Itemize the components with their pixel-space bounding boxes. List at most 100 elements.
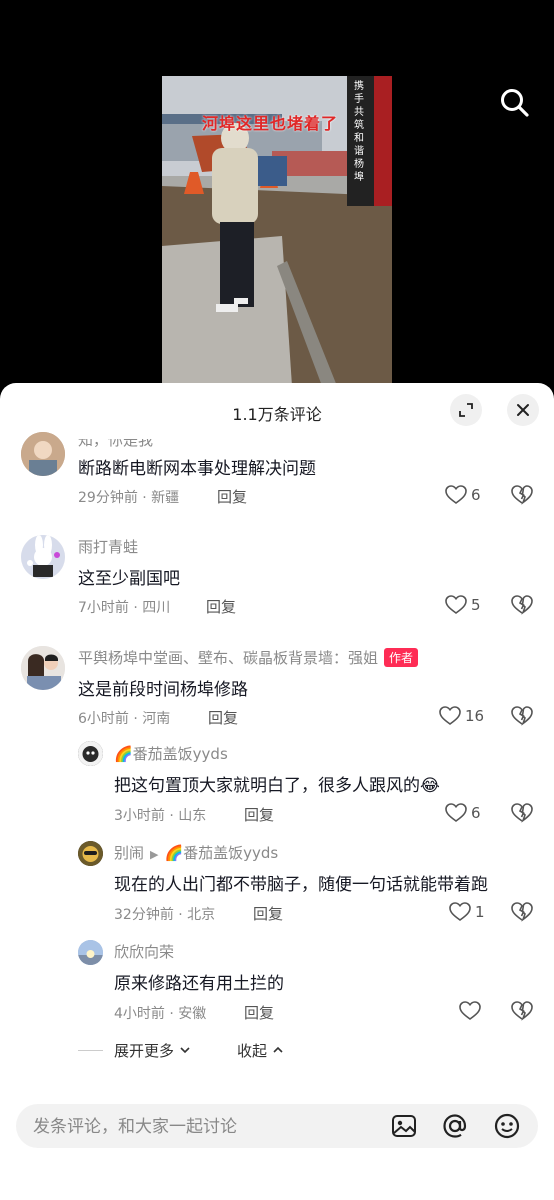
comment-composer — [0, 1091, 554, 1200]
search-icon — [501, 89, 529, 117]
reply-button[interactable]: 回复 — [206, 596, 236, 617]
dislike-icon — [511, 706, 533, 726]
like-count: 6 — [471, 486, 481, 504]
reply-button[interactable]: 回复 — [244, 804, 274, 825]
expand-more-label: 展开更多 — [114, 1042, 175, 1060]
reply-username[interactable]: 🌈番茄盖饭yyds — [114, 743, 228, 764]
comment-sheet: 1.1万条评论 知，你是我 断路断电断网本事处理解决问题 29分钟前 · 新疆 … — [0, 383, 554, 1200]
search-button[interactable] — [498, 86, 532, 120]
like-count: 1 — [475, 903, 485, 921]
reply-text: 原来修路还有用土拦的 — [114, 974, 284, 994]
thread-divider — [78, 1050, 103, 1051]
reply-button[interactable]: 回复 — [244, 1002, 274, 1023]
comment-input[interactable] — [31, 1104, 375, 1150]
reply-meta: 3小时前 · 山东 — [114, 808, 207, 824]
comment-username[interactable]: 平舆杨埠中堂画、壁布、碳晶板背景墙：强姐 作者 — [78, 647, 419, 668]
heart-icon — [445, 595, 467, 614]
close-button[interactable] — [507, 394, 539, 426]
reply-button[interactable]: 回复 — [208, 707, 238, 728]
comment-text: 断路断电断网本事处理解决问题 — [78, 459, 316, 479]
chevron-up-icon — [273, 1046, 283, 1053]
avatar[interactable] — [78, 841, 103, 866]
reply-to-arrow: ▶ — [150, 848, 159, 861]
like-button[interactable]: 16 — [439, 706, 484, 726]
dislike-button[interactable] — [511, 1001, 533, 1025]
reply-item: 别闹 ▶ 🌈番茄盖饭yyds 现在的人出门都不带脑子，随便一句话就能带着跑 32分钟… — [0, 839, 554, 929]
close-icon — [517, 404, 529, 416]
like-button[interactable] — [459, 1001, 485, 1021]
avatar-image — [78, 940, 103, 965]
chevron-down-icon — [180, 1047, 190, 1054]
reply-item: 🌈番茄盖饭yyds 把这句置顶大家就明白了，很多人跟风的😂 3小时前 · 山东 … — [0, 740, 554, 830]
emoji-button[interactable] — [493, 1112, 521, 1144]
heart-icon — [439, 706, 461, 725]
dislike-button[interactable] — [511, 485, 533, 509]
reply-button[interactable]: 回复 — [253, 903, 283, 924]
like-count: 6 — [471, 804, 481, 822]
reply-author: 别闹 — [114, 844, 145, 862]
reply-text: 把这句置顶大家就明白了，很多人跟风的😂 — [114, 776, 440, 796]
avatar-image — [21, 646, 65, 690]
avatar[interactable] — [21, 432, 65, 476]
reply-username[interactable]: 欣欣向荣 — [114, 941, 174, 962]
dislike-icon — [511, 1001, 533, 1021]
reply-username[interactable]: 别闹 ▶ 🌈番茄盖饭yyds — [114, 842, 278, 863]
heart-icon — [445, 485, 467, 504]
heart-icon — [459, 1001, 481, 1020]
reply-button[interactable]: 回复 — [217, 486, 247, 507]
comment-meta: 7小时前 · 四川 — [78, 600, 171, 616]
avatar-image — [78, 841, 103, 866]
image-icon — [392, 1115, 416, 1137]
dislike-icon — [511, 595, 533, 615]
dislike-icon — [511, 485, 533, 505]
mention-button[interactable] — [441, 1112, 469, 1144]
comment-input-box[interactable] — [16, 1104, 538, 1150]
like-button[interactable]: 1 — [449, 902, 485, 922]
comment-item: 雨打青蛙 这至少副国吧 7小时前 · 四川 回复 5 — [0, 533, 554, 623]
heart-icon — [445, 803, 467, 822]
mention-icon — [443, 1114, 467, 1138]
comment-meta: 29分钟前 · 新疆 — [78, 490, 180, 506]
emoji-icon — [494, 1113, 520, 1139]
author-name: 平舆杨埠中堂画、壁布、碳晶板背景墙：强姐 — [78, 649, 379, 667]
like-button[interactable]: 6 — [445, 485, 481, 505]
dislike-icon — [511, 803, 533, 823]
avatar[interactable] — [21, 535, 65, 579]
reply-to-user: 🌈番茄盖饭yyds — [164, 844, 279, 862]
collapse-label: 收起 — [237, 1042, 268, 1060]
expand-button[interactable] — [450, 394, 482, 426]
comment-meta: 6小时前 · 河南 — [78, 711, 171, 727]
video-thumbnail[interactable]: 河埠这里也堵着了 携手共筑和谐杨埠 — [162, 76, 392, 386]
dislike-icon — [511, 902, 533, 922]
comment-username[interactable]: 知，你是我 — [78, 439, 153, 450]
collapse-button[interactable]: 收起 — [237, 1040, 284, 1061]
expand-more-button[interactable]: 展开更多 — [114, 1040, 191, 1061]
image-button[interactable] — [391, 1113, 417, 1143]
comment-text: 这至少副国吧 — [78, 569, 180, 589]
reply-meta: 32分钟前 · 北京 — [114, 907, 216, 923]
dislike-button[interactable] — [511, 595, 533, 619]
reply-text: 现在的人出门都不带脑子，随便一句话就能带着跑 — [114, 875, 488, 895]
comment-text: 这是前段时间杨埠修路 — [78, 680, 248, 700]
like-button[interactable]: 6 — [445, 803, 481, 823]
video-sign-text: 携手共筑和谐杨埠 — [354, 81, 364, 183]
expand-icon — [459, 403, 473, 417]
avatar-image — [21, 535, 65, 579]
avatar[interactable] — [78, 940, 103, 965]
reply-item: 欣欣向荣 原来修路还有用土拦的 4小时前 · 安徽 回复 — [0, 938, 554, 1028]
like-button[interactable]: 5 — [445, 595, 481, 615]
like-count: 5 — [471, 596, 481, 614]
video-area[interactable]: 河埠这里也堵着了 携手共筑和谐杨埠 — [0, 0, 554, 400]
like-count: 16 — [465, 707, 485, 725]
dislike-button[interactable] — [511, 902, 533, 926]
dislike-button[interactable] — [511, 803, 533, 827]
avatar-image — [78, 741, 103, 766]
reply-meta: 4小时前 · 安徽 — [114, 1006, 207, 1022]
avatar[interactable] — [78, 741, 103, 766]
avatar[interactable] — [21, 646, 65, 690]
avatar-image — [21, 432, 65, 476]
comment-item: 知，你是我 断路断电断网本事处理解决问题 29分钟前 · 新疆 回复 6 — [0, 427, 554, 517]
dislike-button[interactable] — [511, 706, 533, 730]
comment-item: 平舆杨埠中堂画、壁布、碳晶板背景墙：强姐 作者 这是前段时间杨埠修路 6小时前 ·… — [0, 644, 554, 734]
comment-username[interactable]: 雨打青蛙 — [78, 536, 138, 557]
